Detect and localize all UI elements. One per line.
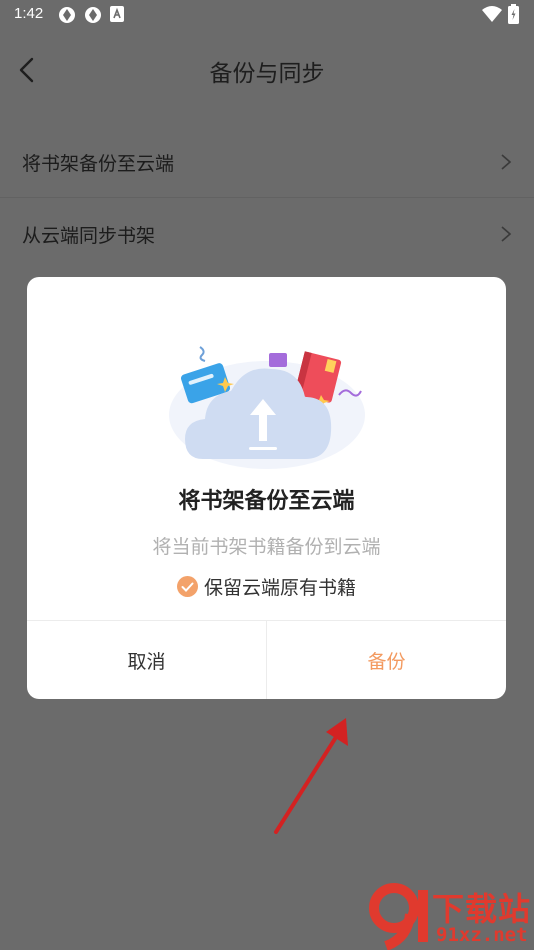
keep-cloud-books-option: 保留云端原有书籍	[27, 573, 506, 600]
nav-bar: 备份与同步	[0, 28, 534, 110]
annotation-arrow-icon	[274, 718, 348, 834]
dialog-actions: 取消 备份	[27, 620, 506, 699]
keep-option-label[interactable]: 保留云端原有书籍	[204, 573, 356, 600]
settings-item-sync[interactable]: 从云端同步书架	[0, 198, 534, 270]
watermark-url: 91xz.net	[436, 924, 528, 946]
app-notification-icon	[59, 7, 75, 23]
settings-item-label: 从云端同步书架	[22, 225, 156, 247]
settings-item-label: 将书架备份至云端	[22, 153, 175, 175]
wifi-icon	[482, 6, 502, 22]
dialog-title: 将书架备份至云端	[178, 489, 355, 514]
watermark-logo	[369, 883, 428, 950]
settings-list: 将书架备份至云端 从云端同步书架	[0, 126, 534, 270]
settings-item-backup[interactable]: 将书架备份至云端	[0, 126, 534, 198]
status-time: 1:42	[14, 5, 44, 22]
watermark: 下载站 91xz.net	[362, 880, 534, 950]
app-notification-icon	[85, 7, 101, 23]
battery-icon	[508, 4, 519, 24]
keyboard-notification-icon	[110, 6, 124, 22]
page-title: 备份与同步	[209, 61, 325, 87]
chevron-right-icon	[501, 226, 512, 242]
backup-dialog: 将书架备份至云端 将当前书架书籍备份到云端 保留云端原有书籍 取消 备份	[27, 277, 506, 699]
cloud-upload-illustration	[169, 346, 365, 469]
chevron-right-icon	[501, 154, 512, 170]
cancel-button[interactable]: 取消	[27, 621, 267, 699]
backup-button[interactable]: 备份	[267, 621, 506, 699]
status-bar: 1:42	[0, 0, 534, 28]
dialog-subtitle: 将当前书架书籍备份到云端	[152, 536, 381, 558]
check-icon[interactable]	[176, 576, 198, 597]
